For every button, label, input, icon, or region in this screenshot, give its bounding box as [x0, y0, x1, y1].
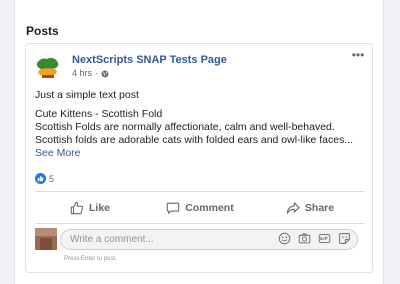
page-name-link[interactable]: NextScripts SNAP Tests Page — [72, 54, 227, 67]
post-actions: Like Comment Share — [35, 194, 365, 222]
comment-label: Comment — [185, 202, 234, 214]
camera-icon[interactable] — [298, 232, 311, 245]
avatar — [35, 228, 57, 250]
reaction-summary[interactable]: 5 — [35, 173, 54, 184]
smiley-icon[interactable] — [278, 232, 291, 245]
like-button[interactable]: Like — [35, 194, 145, 222]
globe-icon — [101, 70, 109, 77]
share-arrow-icon — [286, 202, 300, 214]
comment-hint: Press Enter to post. — [64, 256, 117, 262]
post-time[interactable]: 4 hrs — [72, 68, 92, 79]
comment-field[interactable] — [60, 229, 358, 250]
post-text-line: Cute Kittens - Scottish Fold — [35, 108, 163, 120]
share-button[interactable]: Share — [255, 194, 365, 222]
post-text-line: Scottish folds are adorable cats with fo… — [35, 134, 354, 146]
comment-tools — [278, 232, 351, 245]
like-label: Like — [88, 202, 110, 214]
gif-icon[interactable] — [318, 232, 331, 245]
post-card: NextScripts SNAP Tests Page 4 hrs · ••• … — [25, 43, 373, 273]
comment-input[interactable] — [61, 230, 260, 249]
page-avatar[interactable] — [35, 54, 61, 80]
page-logo-icon — [35, 54, 61, 80]
divider — [35, 223, 365, 224]
section-title: Posts — [26, 24, 59, 38]
speech-bubble-icon — [167, 202, 180, 214]
post-text-line: Just a simple text post — [35, 89, 139, 101]
thumbs-up-icon — [35, 173, 46, 184]
see-more-link[interactable]: See More — [35, 147, 365, 160]
share-label: Share — [304, 202, 335, 214]
meta-separator: · — [95, 68, 99, 78]
post-text: Just a simple text post Cute Kittens - S… — [35, 89, 365, 160]
posts-panel: Posts NextScripts SNAP Tests Page 4 hrs … — [14, 0, 384, 284]
post-meta: 4 hrs · — [72, 68, 109, 79]
post-text-line: Scottish Folds are normally affectionate… — [35, 121, 335, 133]
comment-composer: Press Enter to post. — [35, 228, 365, 268]
more-options-button[interactable]: ••• — [351, 49, 365, 62]
sticker-icon[interactable] — [338, 232, 351, 245]
reaction-count: 5 — [49, 173, 55, 184]
thumbs-up-outline-icon — [70, 201, 84, 215]
comment-button[interactable]: Comment — [145, 194, 255, 222]
divider — [35, 191, 365, 192]
